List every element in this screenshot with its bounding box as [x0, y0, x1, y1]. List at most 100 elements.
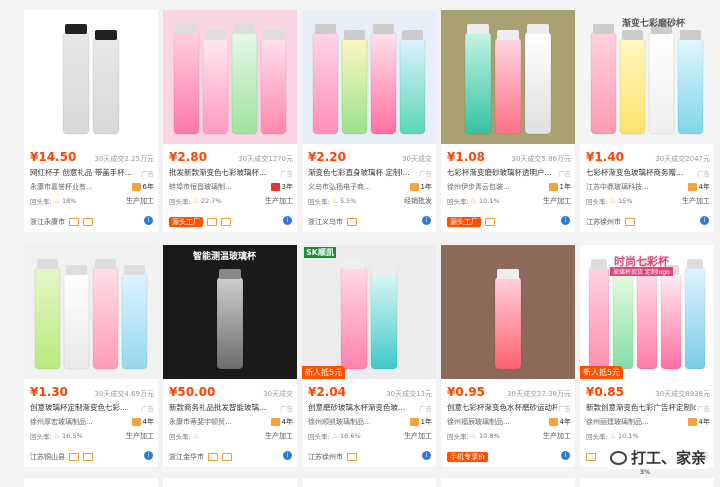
info-icon[interactable]: i [561, 451, 570, 460]
business-mode: 生产加工 [265, 196, 293, 205]
product-price: ¥1.40 [586, 150, 624, 164]
info-icon[interactable]: i [422, 216, 431, 225]
shop-name-link[interactable]: 徐州福辰玻璃制品... [447, 417, 539, 427]
rate-value: 22.7% [200, 196, 222, 205]
rate-label: 回头率: [308, 432, 330, 441]
flame-icon: ♨ [609, 431, 616, 440]
product-price: ¥1.30 [30, 385, 68, 399]
info-icon[interactable]: i [144, 216, 153, 225]
membership-icon [687, 182, 697, 191]
membership-icon [409, 417, 419, 426]
product-image[interactable] [441, 245, 575, 379]
ad-label: 广告 [280, 404, 293, 413]
rate-label: 回头率: [447, 197, 469, 206]
product-image[interactable] [24, 245, 158, 379]
product-image[interactable]: 智能测温玻璃杯 [163, 245, 297, 379]
info-icon[interactable]: i [561, 216, 570, 225]
product-title-link[interactable]: 网红杯子 创意礼品 带盖手杯... [30, 167, 140, 178]
repurchase-rate: 回头率: ♨ 16.5% [30, 431, 83, 441]
image-banner-text: 智能测温玻璃杯 [193, 252, 257, 262]
product-card[interactable]: ¥2.80 30天成交1270元批发新款渐变色七彩玻璃杯... 广告蚌埠市恒昌玻… [163, 10, 297, 232]
years-label: 1年 [559, 182, 571, 191]
service-tag-icon[interactable] [69, 218, 79, 226]
shop-name-link[interactable]: 永康市嘉誉杯业有... [30, 182, 122, 192]
product-card[interactable]: ¥14.50 30天成交2.25万元 网红杯子 创意礼品 带盖手杯... 广告 永康… [24, 10, 158, 232]
product-card[interactable]: 时尚七彩杯 玻璃杯现货 定制logo 新人抵5元 ¥0.85 30天成交8938元 新款… [580, 245, 714, 467]
monthly-sales: 30天成交1270元 [238, 155, 293, 163]
product-title-link[interactable]: 新款创意渐变色七彩广告杯定制logo [586, 402, 696, 413]
service-tag-icon[interactable] [586, 453, 596, 461]
product-image[interactable] [302, 10, 436, 144]
product-title-link[interactable]: 七彩杯渐变色玻璃杯商务赠... [586, 167, 696, 178]
membership-icon [270, 417, 280, 426]
ad-label: 广告 [280, 169, 293, 178]
product-title-link[interactable]: 创意玻璃杯定制渐变色七彩... [30, 402, 140, 413]
product-image[interactable] [163, 10, 297, 144]
product-image[interactable] [24, 10, 158, 144]
info-icon[interactable]: i [144, 451, 153, 460]
service-tag-icon[interactable] [222, 453, 232, 461]
service-tag-icon[interactable] [347, 453, 357, 461]
product-title-link[interactable]: 七彩杯渐变磨砂玻璃杯透明户... [447, 167, 557, 178]
info-icon[interactable]: i [700, 216, 709, 225]
product-card[interactable]: 渐变七彩磨砂杯 ¥1.40 30天成交2047元 七彩杯渐变色玻璃杯商务赠... 广… [580, 10, 714, 232]
monthly-sales: 30天成交2047元 [655, 155, 710, 163]
watermark: 打工、家亲 3% [605, 446, 710, 476]
service-tag-icon[interactable] [83, 453, 93, 461]
shop-name-link[interactable]: 义乌市弘扬电子商... [308, 182, 400, 192]
product-card[interactable]: SK顺凯 新人抵5元 ¥2.04 30天成交13元 创意磨砂玻璃水杯渐变色玻... 广… [302, 245, 436, 467]
product-title-link[interactable]: 创意七彩杯渐变色水杯磨砂运动杯... [447, 402, 557, 413]
rate-value: 16.5% [61, 431, 83, 440]
info-icon[interactable]: i [283, 216, 292, 225]
product-image[interactable]: 时尚七彩杯 玻璃杯现货 定制logo 新人抵5元 [580, 245, 714, 379]
monthly-sales: 30天成交27.38万元 [507, 390, 571, 398]
service-tag-icon[interactable] [207, 218, 217, 226]
product-card[interactable]: ¥1.08 30天成交5.86万元 七彩杯渐变磨砂玻璃杯透明户... 广告 徐州伊步… [441, 10, 575, 232]
product-image[interactable]: 渐变七彩磨砂杯 [580, 10, 714, 144]
rate-label: 回头率: [30, 432, 52, 441]
product-title-link[interactable]: 创意磨砂玻璃水杯渐变色玻... [308, 402, 418, 413]
shop-name-link[interactable]: 徐州厚宏玻璃制品... [30, 417, 122, 427]
product-card[interactable]: ¥1.30 30天成交4.69万元 创意玻璃杯定制渐变色七彩... 广告 徐州厚宏玻… [24, 245, 158, 467]
repurchase-rate: 回头率: ♨ [169, 431, 201, 441]
product-title-link[interactable]: 批发新款渐变色七彩玻璃杯... [169, 167, 279, 178]
business-mode: 生产加工 [265, 431, 293, 440]
years-label: 4年 [559, 417, 571, 426]
info-icon[interactable]: i [283, 451, 292, 460]
membership-icon [548, 182, 558, 191]
image-banner-subtext: 玻璃杯现货 定制logo [610, 267, 673, 276]
repurchase-rate: 回头率: ♨ 10.8% [447, 431, 500, 441]
service-tag-icon[interactable] [208, 453, 218, 461]
service-tag-icon[interactable] [69, 453, 79, 461]
product-card[interactable]: ¥2.20 30天成交 渐变色七彩直身玻璃杯 定制l... 广告 义乌市弘扬电子商.… [302, 10, 436, 232]
shop-name-link[interactable]: 徐州伊步青云包装... [447, 182, 539, 192]
membership-years: 4年 [548, 417, 571, 427]
rate-value: 16.6% [339, 431, 361, 440]
service-tag-icon[interactable] [221, 218, 231, 226]
product-title-link[interactable]: 渐变色七彩直身玻璃杯 定制l... [308, 167, 418, 178]
product-card[interactable]: ¥0.95 30天成交27.38万元 创意七彩杯渐变色水杯磨砂运动杯... 广告徐… [441, 245, 575, 467]
service-tag-icon[interactable] [347, 218, 357, 226]
product-price: ¥1.08 [447, 150, 485, 164]
shop-name-link[interactable]: 徐州顺凯玻璃制品... [308, 417, 400, 427]
product-title-link[interactable]: 新款商务礼品批发智能玻璃... [169, 402, 279, 413]
rate-label: 回头率: [30, 197, 52, 206]
shop-name-link[interactable]: 蚌埠市恒昌玻璃制... [169, 182, 261, 192]
repurchase-rate: 回头率: ♨ 10.1% [447, 196, 500, 206]
service-tag-icon[interactable] [83, 218, 93, 226]
years-label: 1年 [420, 182, 432, 191]
product-price: ¥2.80 [169, 150, 207, 164]
product-image[interactable] [441, 10, 575, 144]
shop-name-link[interactable]: 江苏中鼎玻璃科技... [586, 182, 678, 192]
shop-name-link[interactable]: 徐州丽建玻璃制品... [586, 417, 678, 427]
product-card[interactable]: 智能测温玻璃杯 ¥50.00 30天成交 新款商务礼品批发智能玻璃... 广告 永康市… [163, 245, 297, 467]
membership-icon [687, 417, 697, 426]
shop-name-link[interactable]: 永康市蒂斐宇顿贸... [169, 417, 261, 427]
rate-value: 10.1% [617, 431, 639, 440]
info-icon[interactable]: i [422, 451, 431, 460]
product-image[interactable]: SK顺凯 新人抵5元 [302, 245, 436, 379]
service-tag-icon[interactable] [485, 218, 495, 226]
repurchase-rate: 回头率: ♨ 5.5% [308, 196, 357, 206]
membership-years: 4年 [687, 182, 710, 192]
service-tag-icon[interactable] [625, 218, 635, 226]
